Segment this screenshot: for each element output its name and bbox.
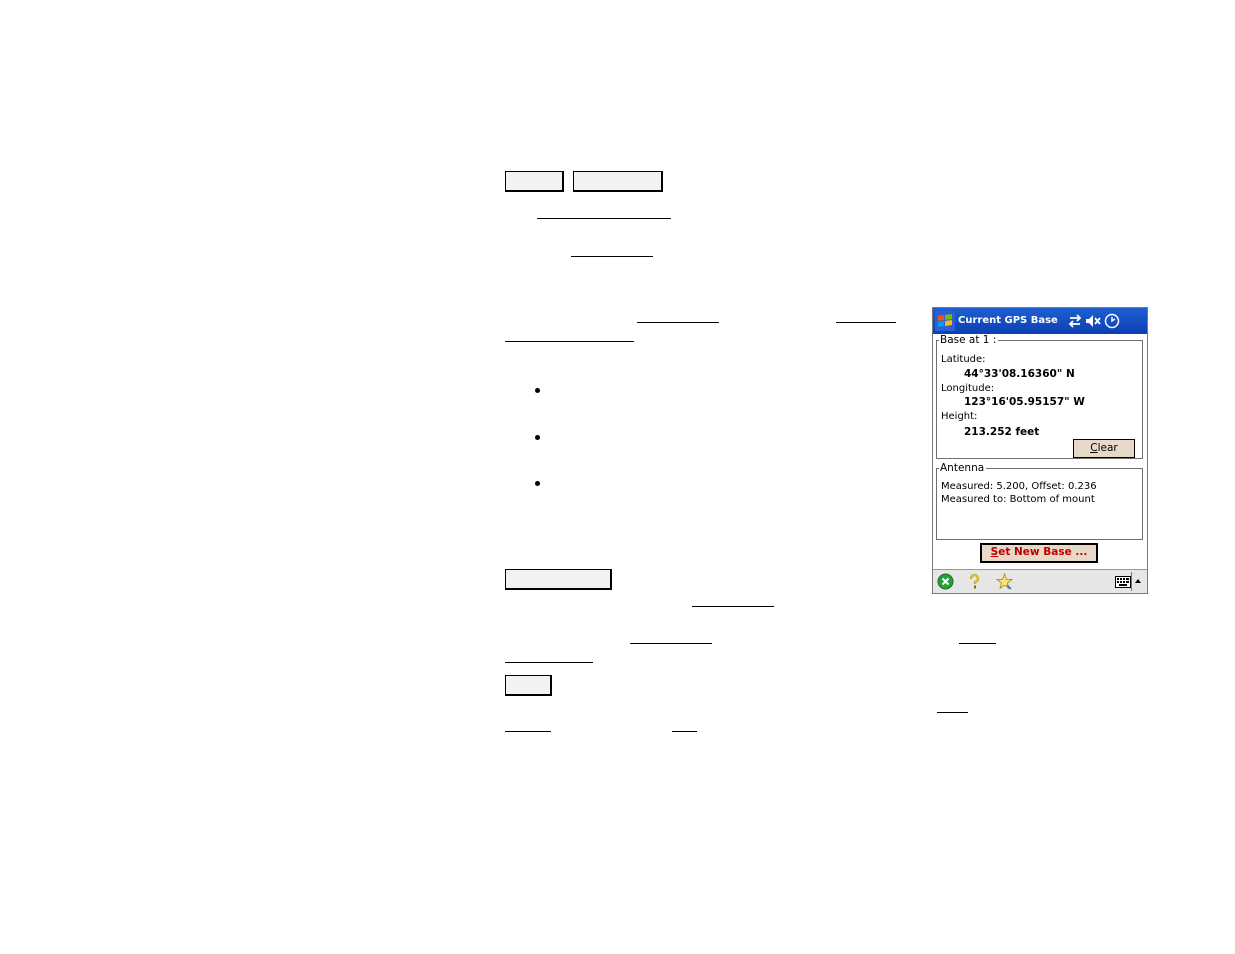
antenna-measured-to-text: Measured to: Bottom of mount bbox=[941, 494, 1095, 505]
latitude-value: 44°33'08.16360" N bbox=[964, 368, 1075, 380]
base-group-legend: Base at 1 : bbox=[940, 334, 997, 346]
antenna-group-legend: Antenna bbox=[940, 462, 985, 474]
height-value: 213.252 feet bbox=[964, 426, 1040, 438]
doc-box-3 bbox=[505, 569, 612, 590]
antenna-group: Antenna Measured: 5.200, Offset: 0.236 M… bbox=[936, 463, 1143, 540]
doc-bullet bbox=[535, 481, 540, 486]
sip-arrow-icon[interactable] bbox=[1134, 577, 1142, 585]
doc-bullet bbox=[535, 388, 540, 393]
doc-underline bbox=[505, 731, 551, 732]
doc-underline bbox=[537, 218, 671, 219]
clock-icon[interactable] bbox=[1104, 313, 1120, 329]
doc-underline bbox=[637, 322, 719, 323]
speaker-muted-icon[interactable] bbox=[1085, 314, 1101, 328]
doc-box-4 bbox=[505, 675, 552, 696]
height-label: Height: bbox=[941, 411, 978, 422]
windows-flag-icon[interactable] bbox=[935, 311, 955, 331]
doc-underline bbox=[959, 643, 996, 644]
title-bar: Current GPS Base bbox=[933, 308, 1147, 334]
bottom-command-bar bbox=[933, 569, 1147, 593]
latitude-label: Latitude: bbox=[941, 354, 986, 365]
doc-underline bbox=[505, 341, 634, 342]
keyboard-icon[interactable] bbox=[1115, 576, 1131, 588]
doc-underline bbox=[571, 256, 653, 257]
antenna-measured-text: Measured: 5.200, Offset: 0.236 bbox=[941, 481, 1097, 492]
base-group: Base at 1 : Latitude: 44°33'08.16360" N … bbox=[936, 335, 1143, 459]
doc-underline bbox=[836, 322, 896, 323]
longitude-label: Longitude: bbox=[941, 383, 995, 394]
doc-underline bbox=[692, 606, 774, 607]
set-new-base-button[interactable]: Set New Base ... bbox=[980, 543, 1098, 563]
doc-underline bbox=[630, 643, 712, 644]
window-title: Current GPS Base bbox=[958, 315, 1058, 326]
longitude-value: 123°16'05.95157" W bbox=[964, 396, 1085, 408]
clear-button[interactable]: Clear bbox=[1073, 439, 1135, 458]
doc-box-2 bbox=[573, 171, 663, 192]
doc-bullet bbox=[535, 435, 540, 440]
doc-underline bbox=[672, 731, 697, 732]
sip-divider bbox=[1131, 572, 1132, 591]
close-circle-icon[interactable] bbox=[937, 573, 954, 590]
current-gps-base-window: Current GPS Base Base at 1 : Latitude: 4… bbox=[932, 307, 1148, 594]
connectivity-arrows-icon[interactable] bbox=[1067, 314, 1083, 328]
star-icon[interactable] bbox=[996, 573, 1013, 590]
doc-underline bbox=[937, 712, 968, 713]
doc-box-1 bbox=[505, 171, 564, 192]
help-pin-icon[interactable] bbox=[966, 573, 983, 590]
doc-underline bbox=[505, 662, 593, 663]
